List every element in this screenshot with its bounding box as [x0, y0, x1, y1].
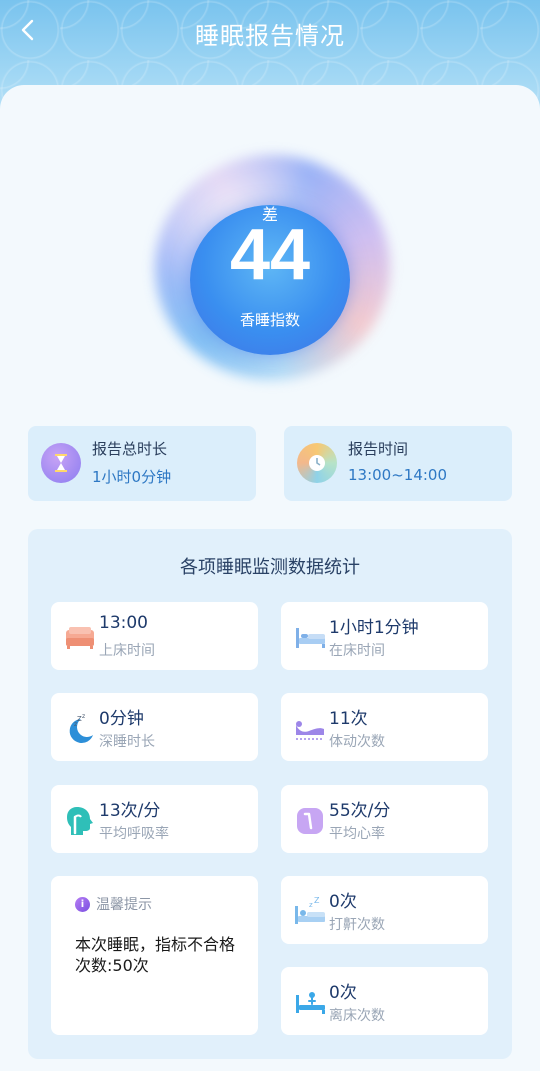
sleep-score-orb: 差 44 香睡指数: [150, 155, 395, 385]
movement-label: 体动次数: [329, 734, 385, 750]
report-duration-value: 1小时0分钟: [92, 468, 172, 486]
svg-text:z: z: [82, 713, 85, 720]
snore-icon: z Z: [295, 896, 325, 924]
score-value: 44: [229, 215, 311, 295]
report-duration-title: 报告总时长: [92, 440, 168, 458]
deep-sleep-label: 深睡时长: [99, 734, 155, 750]
in-bed-card: 1小时1分钟 在床时间: [281, 602, 488, 670]
clock-icon: [297, 443, 337, 483]
in-bed-value: 1小时1分钟: [329, 618, 419, 638]
stats-title: 各项睡眠监测数据统计: [180, 557, 360, 578]
heart-rate-icon: [297, 808, 323, 834]
page-title: 睡眠报告情况: [195, 22, 345, 50]
report-time-card: 报告时间 13:00~14:00: [284, 426, 512, 501]
movement-value: 11次: [329, 709, 368, 729]
tip-header: i 温馨提示: [75, 894, 152, 914]
svg-text:z: z: [74, 721, 77, 728]
report-duration-card: 报告总时长 1小时0分钟: [28, 426, 256, 501]
breathing-card: 13次/分 平均呼吸率: [51, 785, 258, 853]
svg-text:z: z: [309, 901, 313, 909]
orb-core: 差 44 香睡指数: [190, 205, 350, 355]
report-time-title: 报告时间: [348, 440, 409, 458]
leave-bed-value: 0次: [329, 983, 357, 1003]
respiration-icon: [67, 807, 93, 835]
moon-zzz-icon: Z z z: [69, 713, 93, 743]
leave-bed-icon: [296, 992, 325, 1014]
svg-text:Z: Z: [314, 896, 320, 905]
breathing-label: 平均呼吸率: [99, 826, 169, 842]
tip-body: 本次睡眠，指标不合格次数:50次: [75, 935, 236, 975]
deep-sleep-card: Z z z 0分钟 深睡时长: [51, 693, 258, 761]
bed-time-label: 上床时间: [99, 643, 155, 659]
movement-card: 11次 体动次数: [281, 693, 488, 761]
in-bed-label: 在床时间: [329, 643, 385, 659]
score-label: 香睡指数: [239, 311, 300, 329]
tip-card: i 温馨提示 本次睡眠，指标不合格次数:50次: [51, 876, 258, 1035]
report-time-value: 13:00~14:00: [348, 466, 448, 484]
sleep-stats-panel: 各项睡眠监测数据统计 13:00 上床时间 1小时1分钟 在床时间 Z z z: [28, 529, 512, 1059]
hourglass-icon: [41, 443, 81, 483]
heart-rate-label: 平均心率: [329, 826, 385, 842]
tip-title: 温馨提示: [96, 897, 152, 913]
snore-value: 0次: [329, 892, 357, 912]
leave-bed-label: 离床次数: [329, 1008, 385, 1024]
heart-rate-card: 55次/分 平均心率: [281, 785, 488, 853]
leave-bed-card: 0次 离床次数: [281, 967, 488, 1035]
snore-label: 打鼾次数: [329, 917, 385, 933]
breathing-value: 13次/分: [99, 801, 161, 821]
body-movement-icon: [296, 721, 324, 740]
bed-time-value: 13:00: [99, 613, 148, 633]
snore-card: z Z 0次 打鼾次数: [281, 876, 488, 944]
info-icon: i: [75, 896, 90, 912]
bed-icon: [66, 627, 94, 649]
heart-rate-value: 55次/分: [329, 801, 391, 821]
deep-sleep-value: 0分钟: [99, 709, 144, 729]
in-bed-icon: [296, 628, 325, 648]
bed-time-card: 13:00 上床时间: [51, 602, 258, 670]
